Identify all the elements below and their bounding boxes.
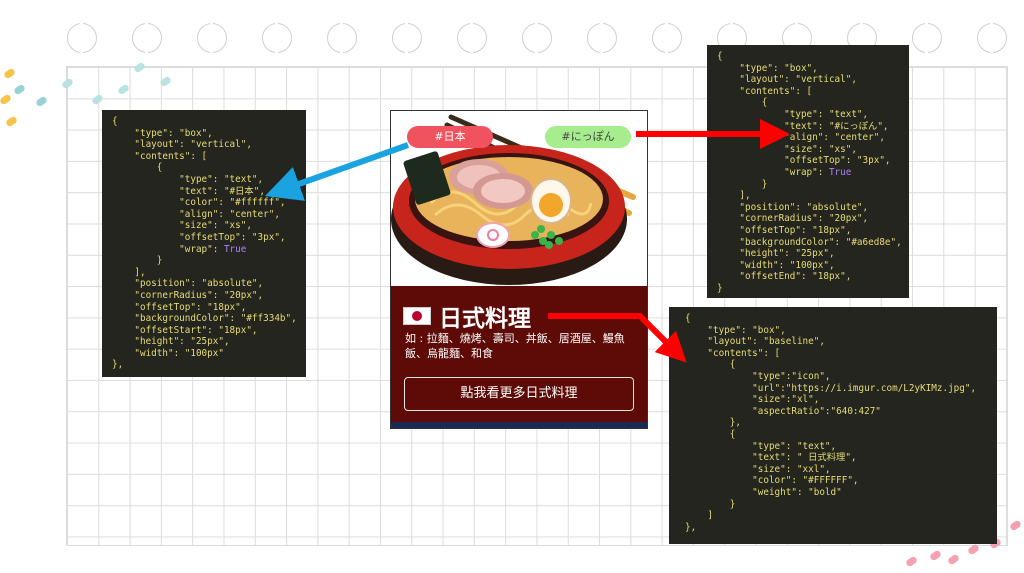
arrow-title-to-code xyxy=(548,313,687,363)
arrows-layer xyxy=(265,119,790,363)
arrow-japan-to-code xyxy=(265,142,410,201)
